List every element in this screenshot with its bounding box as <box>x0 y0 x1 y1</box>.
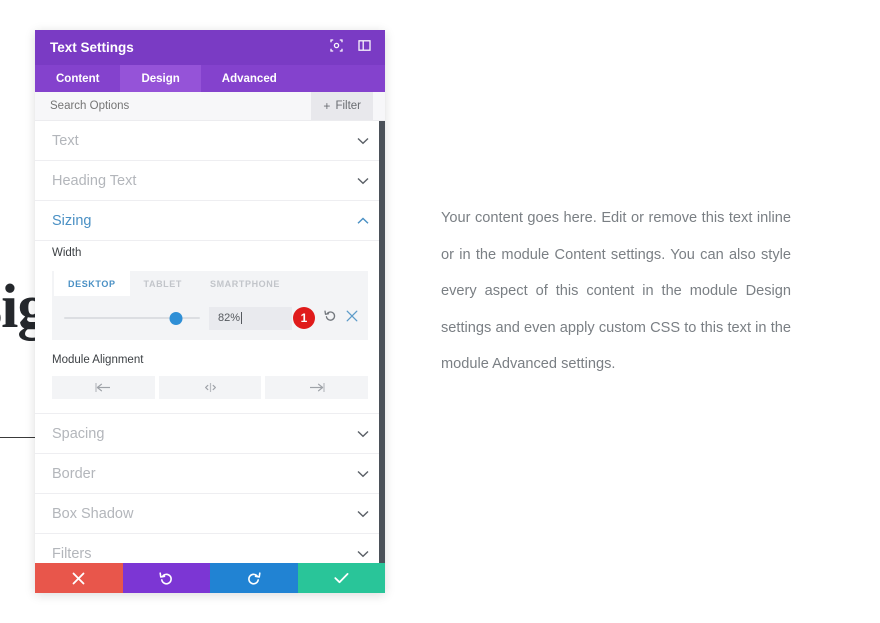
page-title: Text Settings <box>50 40 134 55</box>
chevron-down-icon <box>357 425 369 443</box>
section-label: Filters <box>52 545 92 562</box>
search-input[interactable] <box>50 100 312 112</box>
filter-button-label: Filter <box>335 100 361 112</box>
tab-content[interactable]: Content <box>35 65 120 92</box>
header-icon-group <box>330 38 371 57</box>
resp-tab-tablet[interactable]: TABLET <box>130 271 196 296</box>
align-right-icon[interactable] <box>265 376 369 399</box>
modal-footer <box>35 563 385 593</box>
chevron-down-icon <box>357 465 369 483</box>
chevron-down-icon <box>357 172 369 190</box>
modal-tabs: Content Design Advanced <box>35 65 385 92</box>
chevron-down-icon <box>357 545 369 563</box>
width-label: Width <box>52 247 82 259</box>
module-body-text: Your content goes here. Edit or remove t… <box>441 210 791 372</box>
section-spacing[interactable]: Spacing <box>35 414 385 454</box>
section-text[interactable]: Text <box>35 121 385 161</box>
sizing-section-body: Width DESKTOP TABLET SMARTPHONE 82% 1 Mo… <box>35 247 385 414</box>
section-border[interactable]: Border <box>35 454 385 494</box>
section-label: Heading Text <box>52 172 137 189</box>
section-label: Border <box>52 465 96 482</box>
filter-button[interactable]: + Filter <box>311 92 373 120</box>
modal-header: Text Settings <box>35 30 385 65</box>
save-button[interactable] <box>297 563 385 593</box>
text-settings-modal: Text Settings Content Design Advanced Se… <box>35 30 385 593</box>
align-left-icon[interactable] <box>52 376 155 399</box>
width-value-text: 82% <box>218 312 241 324</box>
width-slider-row: 82% 1 <box>52 296 368 340</box>
section-label: Sizing <box>52 212 92 229</box>
reset-arrow-icon[interactable] <box>324 309 337 327</box>
section-label: Text <box>52 132 79 149</box>
tab-design[interactable]: Design <box>120 65 201 92</box>
chevron-down-icon <box>357 505 369 523</box>
module-alignment-buttons <box>52 376 369 399</box>
align-center-icon[interactable] <box>158 376 262 399</box>
text-caret <box>241 312 243 324</box>
search-options-bar: + Filter <box>35 92 385 121</box>
section-box-shadow[interactable]: Box Shadow <box>35 494 385 534</box>
cancel-button[interactable] <box>35 563 123 593</box>
resp-tab-smartphone[interactable]: SMARTPHONE <box>196 271 294 296</box>
undo-arrow-icon <box>159 571 172 585</box>
background-divider <box>0 437 36 438</box>
layout-panel-icon[interactable] <box>358 39 371 57</box>
options-scroll-area: Text Heading Text Sizing Width DESKTOP T… <box>35 121 385 563</box>
width-value-field[interactable]: 82% <box>209 306 292 330</box>
step-badge-1: 1 <box>293 307 315 329</box>
slider-thumb[interactable] <box>169 311 183 325</box>
section-heading-text[interactable]: Heading Text <box>35 161 385 201</box>
check-icon <box>334 573 349 584</box>
section-label: Box Shadow <box>52 505 134 522</box>
undo-button[interactable] <box>122 563 210 593</box>
x-icon <box>72 572 85 584</box>
section-filters[interactable]: Filters <box>35 534 385 563</box>
close-x-icon[interactable] <box>346 309 358 327</box>
resp-tab-desktop[interactable]: DESKTOP <box>54 271 130 296</box>
redo-arrow-icon <box>248 571 261 585</box>
focus-target-icon[interactable] <box>330 38 343 57</box>
module-alignment-label: Module Alignment <box>52 354 144 366</box>
chevron-up-icon <box>357 212 369 230</box>
responsive-tabs: DESKTOP TABLET SMARTPHONE <box>52 271 368 296</box>
width-slider[interactable] <box>64 311 200 325</box>
plus-icon: + <box>323 99 331 113</box>
tab-advanced[interactable]: Advanced <box>201 65 298 92</box>
section-label: Spacing <box>52 425 105 442</box>
vertical-scrollbar[interactable] <box>379 121 385 563</box>
chevron-down-icon <box>357 132 369 150</box>
section-sizing[interactable]: Sizing <box>35 201 385 241</box>
redo-button[interactable] <box>210 563 298 593</box>
